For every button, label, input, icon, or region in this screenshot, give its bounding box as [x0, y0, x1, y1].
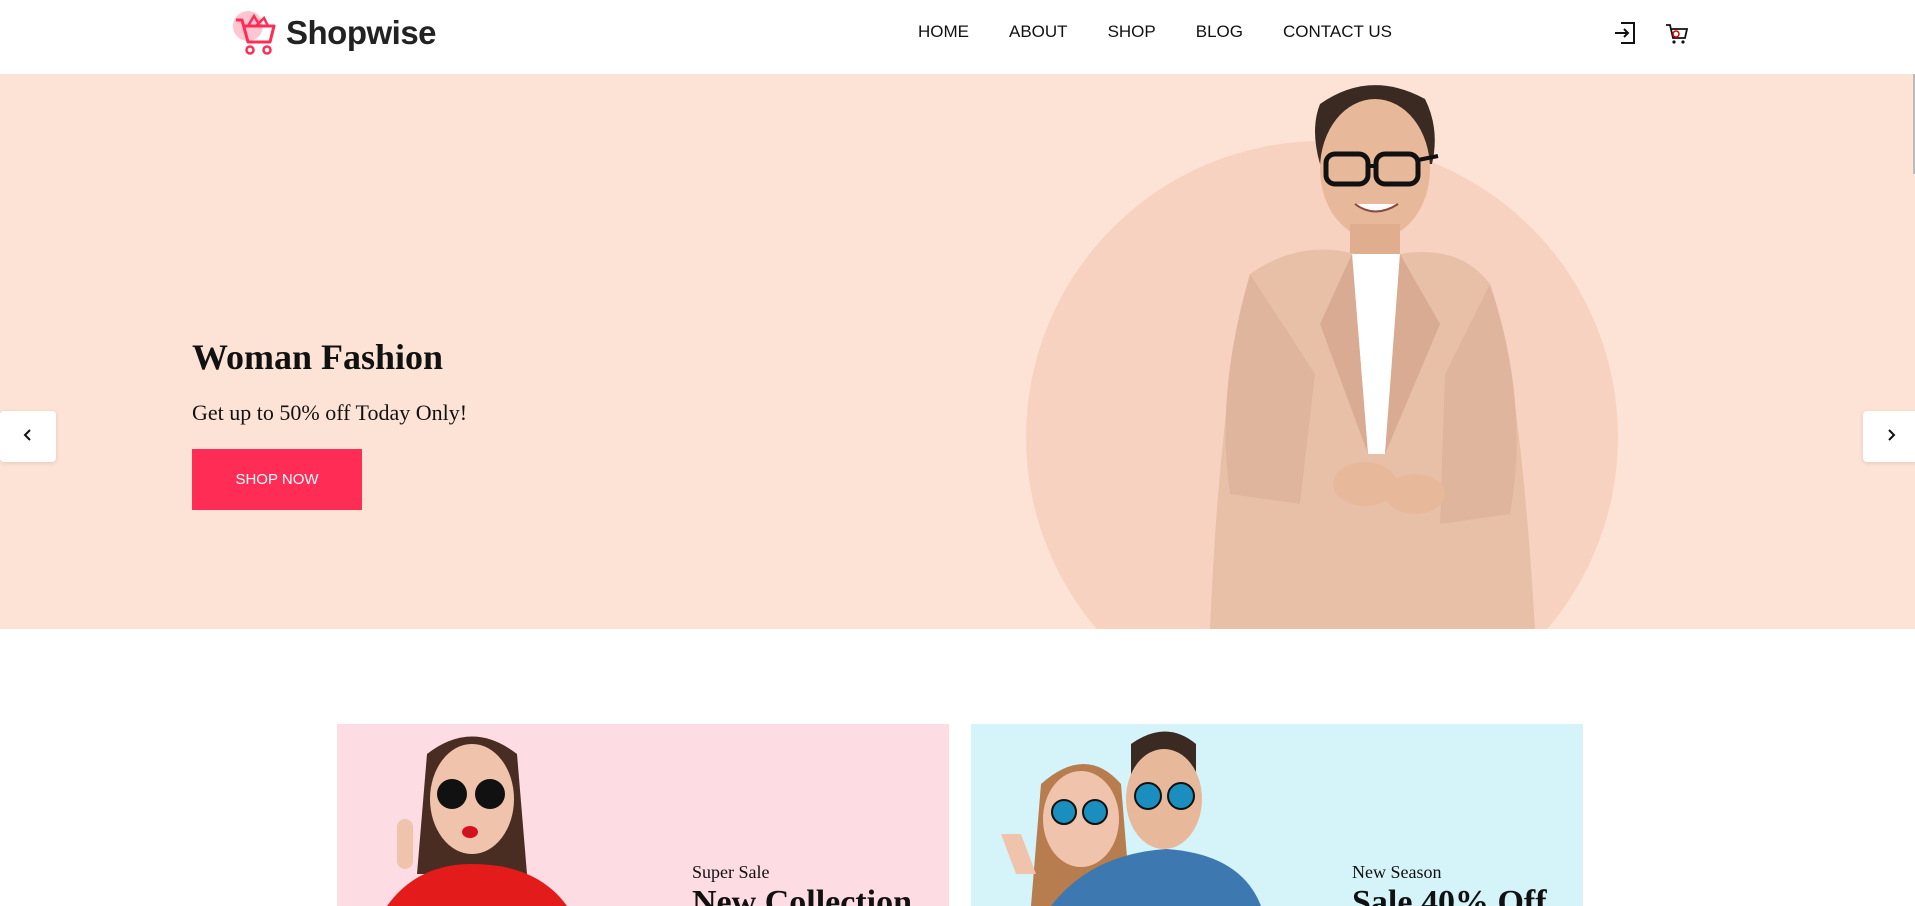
- promo-banner-super-sale[interactable]: Super Sale New Collection: [337, 724, 949, 906]
- banner-kicker: Super Sale: [692, 862, 770, 882]
- slider-prev-button[interactable]: [0, 411, 56, 462]
- hero-slider: Woman Fashion Get up to 50% off Today On…: [0, 74, 1915, 629]
- nav-about[interactable]: ABOUT: [1009, 22, 1068, 42]
- hero-model-image: [1210, 85, 1535, 629]
- banner-title: Sale 40% Off: [1352, 884, 1547, 906]
- nav-shop[interactable]: SHOP: [1108, 22, 1156, 42]
- brand-name: Shopwise: [286, 14, 437, 51]
- banner-kicker: New Season: [1352, 862, 1442, 882]
- chevron-right-icon: [1884, 428, 1898, 445]
- login-icon[interactable]: [1612, 20, 1638, 46]
- slider-next-button[interactable]: [1863, 411, 1915, 462]
- banner-couple-image: [1001, 731, 1261, 906]
- main-nav: HOME ABOUT SHOP BLOG CONTACT US: [918, 22, 1392, 42]
- cart-logo-icon: [228, 6, 282, 60]
- nav-blog[interactable]: BLOG: [1196, 22, 1243, 42]
- promo-banner-new-season[interactable]: New Season Sale 40% Off: [971, 724, 1583, 906]
- banner-model-image: [387, 736, 567, 906]
- hero-title: Woman Fashion: [192, 337, 444, 377]
- chevron-left-icon: [21, 428, 35, 445]
- banner-title: New Collection: [692, 884, 913, 906]
- nav-contact[interactable]: CONTACT US: [1283, 22, 1392, 42]
- nav-home[interactable]: HOME: [918, 22, 969, 42]
- logo[interactable]: Shopwise: [228, 6, 437, 60]
- site-header: Shopwise HOME ABOUT SHOP BLOG CONTACT US: [0, 0, 1915, 74]
- shop-now-button[interactable]: SHOP NOW: [192, 449, 362, 510]
- hero-subtitle: Get up to 50% off Today Only!: [192, 400, 468, 425]
- cart-icon[interactable]: [1664, 20, 1690, 46]
